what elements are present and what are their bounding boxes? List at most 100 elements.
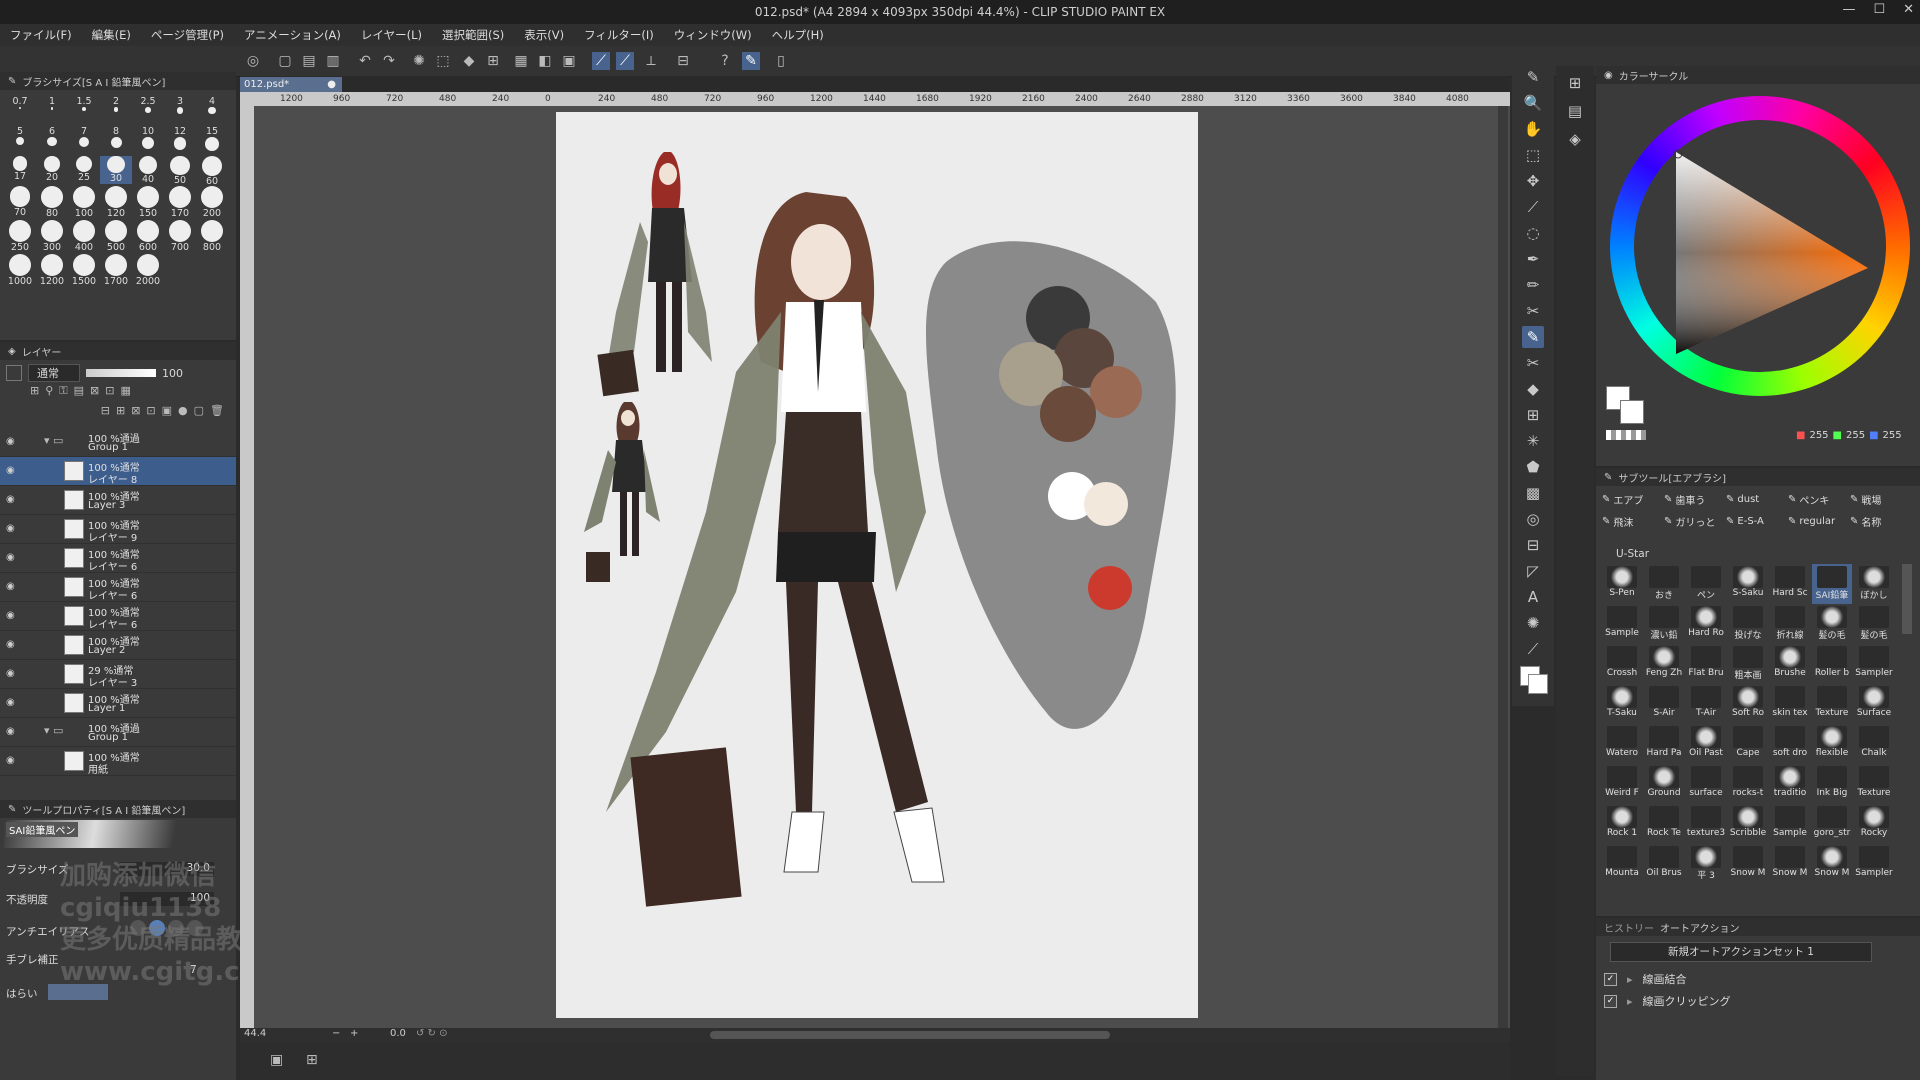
brush-tool-icon[interactable]: ✎ [1522, 326, 1544, 348]
maximize-icon[interactable]: ☐ [1873, 2, 1885, 17]
transform-icon[interactable]: ⬚ [434, 52, 452, 70]
brush-preset[interactable]: SAI鉛筆 [1812, 564, 1852, 604]
ruler-settings-icon[interactable]: ⊟ [674, 52, 692, 70]
brush-size-option[interactable]: 60 [196, 156, 228, 187]
layer-row[interactable]: ◉ 100 %通常 レイヤー 8 [0, 457, 236, 486]
brush-size-option[interactable]: 600 [132, 220, 164, 253]
brush-size-option[interactable]: 20 [36, 156, 68, 183]
brush-size-option[interactable]: 150 [132, 186, 164, 219]
brush-preset[interactable]: Sampler [1854, 844, 1894, 884]
deselect-icon[interactable]: ▦ [512, 52, 530, 70]
brush-preset[interactable]: Ink Big [1812, 764, 1852, 804]
brush-preset[interactable]: S-Pen [1602, 564, 1642, 604]
new-file-icon[interactable]: ▢ [276, 52, 294, 70]
folder-icon[interactable]: ▾ ▭ [44, 434, 63, 447]
help-icon[interactable]: ? [716, 52, 734, 70]
brush-size-option[interactable]: 70 [4, 186, 36, 218]
menu-edit[interactable]: 編集(E) [82, 27, 141, 43]
brush-preset[interactable]: Texture [1812, 684, 1852, 724]
brush-size-option[interactable]: 200 [196, 186, 228, 219]
eraser-tool-icon[interactable]: ◆ [1522, 378, 1544, 400]
auto-action-item[interactable]: ✓ ▸ 線画結合 [1604, 970, 1687, 988]
sub-color-chip[interactable] [1620, 400, 1644, 424]
brush-preset[interactable]: T-Saku [1602, 684, 1642, 724]
brush-size-option[interactable]: 170 [164, 186, 196, 219]
brush-size-option[interactable]: 1200 [36, 254, 68, 287]
visibility-eye-icon[interactable]: ◉ [6, 581, 18, 593]
color-wheel-tab-icon[interactable]: ◉ [1604, 70, 1613, 81]
brush-size-option[interactable]: 40 [132, 156, 164, 185]
selection-border-icon[interactable]: ▣ [560, 52, 578, 70]
eyedropper-tool-icon[interactable]: ⟋ [1522, 196, 1544, 218]
menu-page[interactable]: ページ管理(P) [141, 27, 234, 43]
layer-row[interactable]: ◉ 100 %通常 Layer 1 [0, 689, 236, 718]
brush-preset[interactable]: Scribble [1728, 804, 1768, 844]
checkbox-icon[interactable]: ✓ [1604, 994, 1617, 1008]
brush-size-option[interactable]: 7 [68, 126, 100, 148]
brush-size-option[interactable]: 500 [100, 220, 132, 253]
menu-file[interactable]: ファイル(F) [0, 27, 82, 43]
brush-size-option[interactable]: 1700 [100, 254, 132, 287]
brush-preset[interactable]: 粗本画 [1728, 644, 1768, 684]
brush-preset[interactable]: traditio [1770, 764, 1810, 804]
canvas-artwork[interactable] [556, 112, 1198, 1018]
folder-icon[interactable]: ▾ ▭ [44, 724, 63, 737]
layer-row[interactable]: ◉ 100 %通常 レイヤー 9 [0, 515, 236, 544]
page-icon[interactable]: ▯ [772, 52, 790, 70]
brush-size-option[interactable]: 3 [164, 96, 196, 114]
balloon-tool-icon[interactable]: ✺ [1522, 612, 1544, 634]
rotation-value[interactable]: 0.0 [390, 1028, 406, 1039]
fill-tool-icon[interactable]: ⬟ [1522, 456, 1544, 478]
brush-size-option[interactable]: 1500 [68, 254, 100, 287]
subtool-group-tab[interactable]: ✎ ガリっと [1664, 512, 1715, 530]
layer-lock-icons[interactable]: ⊞⚲⚿▤⊠⊡▦ [30, 384, 230, 402]
brush-preset[interactable]: Surface [1854, 684, 1894, 724]
brush-preset[interactable]: T-Air [1686, 684, 1726, 724]
brush-preset[interactable]: Chalk [1854, 724, 1894, 764]
frame-tool-icon[interactable]: ⊟ [1522, 534, 1544, 556]
visibility-eye-icon[interactable]: ◉ [6, 639, 18, 651]
brush-preset[interactable]: Sample [1770, 804, 1810, 844]
gradient-tool-icon[interactable]: ▩ [1522, 482, 1544, 504]
brush-preset[interactable]: Texture [1854, 764, 1894, 804]
layer-row[interactable]: ◉ 100 %通常 Layer 3 [0, 486, 236, 515]
brush-size-option[interactable]: 8 [100, 126, 132, 148]
brush-preset[interactable]: Snow M [1812, 844, 1852, 884]
brush-preset[interactable]: Oil Past [1686, 724, 1726, 764]
subtool-scrollbar[interactable] [1902, 564, 1912, 634]
blend-mode-select[interactable]: 通常 [28, 364, 80, 382]
brush-size-option[interactable]: 5 [4, 126, 36, 146]
visibility-eye-icon[interactable]: ◉ [6, 523, 18, 535]
brush-size-option[interactable]: 25 [68, 156, 100, 183]
brush-preset[interactable]: Weird F [1602, 764, 1642, 804]
brush-preset[interactable]: Rock 1 [1602, 804, 1642, 844]
brush-size-option[interactable]: 100 [68, 186, 100, 219]
subtool-group-tab[interactable]: ✎ regular [1788, 512, 1835, 530]
grid-tool-icon[interactable]: ⊞ [1522, 404, 1544, 426]
brush-preset[interactable]: Flat Bru [1686, 644, 1726, 684]
layer-property-icon[interactable]: ⊞ [306, 1052, 318, 1068]
move-tool-icon[interactable]: ✥ [1522, 170, 1544, 192]
brush-size-option[interactable]: 120 [100, 186, 132, 219]
visibility-eye-icon[interactable]: ◉ [6, 697, 18, 709]
brush-preset[interactable]: 濃い鉛 [1644, 604, 1684, 644]
text-tool-icon[interactable]: A [1522, 586, 1544, 608]
pencil-tool-icon[interactable]: ✏ [1522, 274, 1544, 296]
zoom-in-icon[interactable]: + [350, 1028, 358, 1039]
subtool-group-tab[interactable]: ✎ 戦場 [1850, 490, 1881, 508]
brush-size-option[interactable]: 12 [164, 126, 196, 150]
hand-tool-icon[interactable]: ✋ [1522, 118, 1544, 140]
subtool-group-tab[interactable]: ✎ エアブ [1602, 490, 1643, 508]
brush-preset[interactable]: 平 3 [1686, 844, 1726, 884]
redo-icon[interactable]: ↷ [380, 52, 398, 70]
close-tab-icon[interactable]: ● [327, 77, 336, 92]
pen-tool-icon[interactable]: ✎ [1522, 66, 1544, 88]
lasso-tool-icon[interactable]: ◌ [1522, 222, 1544, 244]
subtool-group-tab[interactable]: ✎ ペンキ [1788, 490, 1829, 508]
visibility-eye-icon[interactable]: ◉ [6, 755, 18, 767]
visibility-eye-icon[interactable]: ◉ [6, 726, 18, 738]
blend-tool-icon[interactable]: ✳ [1522, 430, 1544, 452]
visibility-eye-icon[interactable]: ◉ [6, 494, 18, 506]
layer-row[interactable]: ◉ 100 %通常 Layer 2 [0, 631, 236, 660]
brush-size-option[interactable]: 2 [100, 96, 132, 112]
